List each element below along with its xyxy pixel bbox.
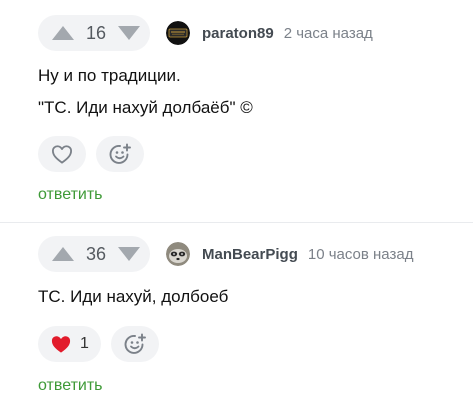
vote-count: 16 [85, 22, 107, 43]
user-avatar[interactable] [166, 21, 190, 45]
like-count: 1 [80, 335, 89, 352]
add-emoji-icon [124, 333, 146, 354]
like-button[interactable]: 1 [38, 326, 101, 362]
comment-time: 10 часов назад [307, 245, 414, 263]
upvote-arrow-icon[interactable] [52, 247, 74, 261]
user-avatar[interactable] [166, 242, 190, 266]
raccoon-avatar-icon [166, 242, 190, 266]
heart-filled-icon [51, 336, 71, 353]
add-reaction-button[interactable] [110, 326, 159, 362]
dark-badge-avatar-icon [166, 21, 190, 45]
comment-item: 16 paraton89 2 часа назад Ну и по традиц… [0, 0, 473, 222]
comment-line: "ТС. Иди нахуй долбаёб" © [38, 98, 253, 117]
like-button[interactable] [38, 136, 86, 172]
comment-header: 36 ManBearPigg 10 часов назад [38, 236, 413, 272]
comment-text: Ну и по традиции. "ТС. Иди нахуй долбаёб… [38, 60, 253, 124]
vote-control: 36 [38, 236, 150, 272]
comment-time: 2 часа назад [283, 24, 373, 42]
comment-actions [38, 136, 144, 172]
add-reaction-button[interactable] [96, 136, 144, 172]
comment-actions: 1 [38, 326, 159, 362]
vote-control: 16 [38, 15, 150, 51]
comment-item: 36 ManBearPigg 10 часов назад ТС. Иди на… [0, 222, 473, 416]
add-emoji-icon [109, 143, 131, 164]
comment-text: ТС. Иди нахуй, долбоеб [38, 281, 228, 313]
upvote-arrow-icon[interactable] [52, 26, 74, 40]
reply-link[interactable]: ответить [38, 186, 103, 204]
comment-line: Ну и по традиции. [38, 66, 181, 85]
username[interactable]: ManBearPigg [202, 246, 298, 263]
downvote-arrow-icon[interactable] [118, 26, 140, 40]
reply-link[interactable]: ответить [38, 377, 103, 395]
comment-line: ТС. Иди нахуй, долбоеб [38, 287, 229, 306]
downvote-arrow-icon[interactable] [118, 247, 140, 261]
comment-header: 16 paraton89 2 часа назад [38, 15, 373, 51]
username[interactable]: paraton89 [202, 25, 274, 42]
vote-count: 36 [85, 243, 107, 264]
heart-outline-icon [52, 145, 72, 164]
